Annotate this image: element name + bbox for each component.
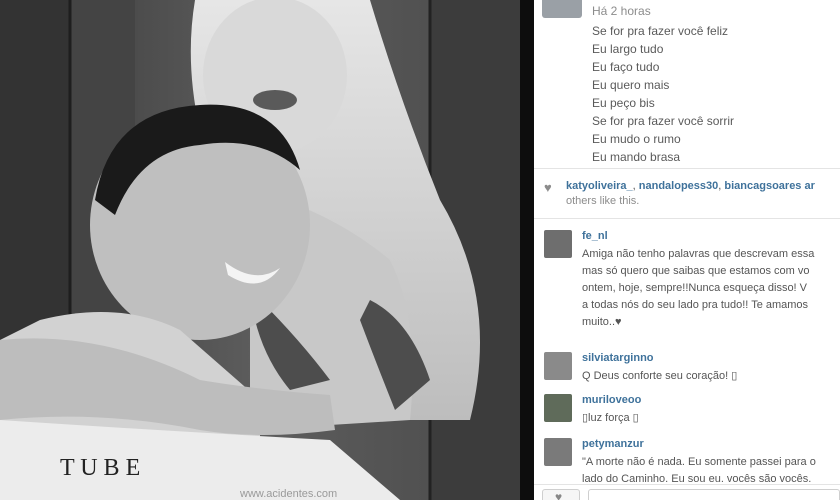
comment-bar: ♥: [534, 484, 840, 500]
post-details-panel: Há 2 horas Se for pra fazer você feliz E…: [534, 0, 840, 500]
commenter-avatar[interactable]: [544, 438, 572, 466]
comment-item: silviatarginno Q Deus conforte seu coraç…: [534, 344, 840, 386]
like-user-link[interactable]: ar: [805, 180, 815, 192]
commenter-avatar[interactable]: [544, 352, 572, 380]
comment-line: "A morte não é nada. Eu somente passei p…: [582, 456, 816, 468]
commenter-username[interactable]: fe_nl: [582, 230, 608, 242]
caption-line: Eu faço tudo: [592, 60, 660, 74]
caption-line: Se for pra fazer você sorrir: [592, 114, 735, 128]
caption-line: Eu peço bis: [592, 96, 655, 110]
divider: [520, 0, 534, 500]
caption-lines: Se for pra fazer você feliz Eu largo tud…: [592, 22, 734, 166]
watermark-text: www.acidentes.com: [239, 488, 337, 500]
likes-section: ♥ katyoliveira_, nandalopess30, biancags…: [534, 170, 840, 219]
heart-icon: ♥: [555, 490, 563, 500]
shirt-text: T U B E: [60, 455, 140, 481]
commenter-username[interactable]: petymanzur: [582, 438, 644, 450]
photo-illustration: T U B E www.acidentes.com: [0, 0, 520, 500]
comment-line: ontem, hoje, sempre!!Nunca esqueça disso…: [582, 282, 808, 294]
commenter-avatar[interactable]: [544, 230, 572, 258]
caption-line: Eu mando brasa: [592, 150, 681, 164]
commenter-username[interactable]: silviatarginno: [582, 352, 654, 364]
heart-icon: ♥: [544, 180, 552, 195]
likes-others-text: others like this.: [566, 195, 640, 207]
post-photo[interactable]: T U B E www.acidentes.com: [0, 0, 520, 500]
author-avatar[interactable]: [542, 0, 582, 18]
comment-text: ▯luz força ▯: [582, 410, 840, 427]
comment-line: muito..♥: [582, 316, 622, 328]
comment-line: a todas nós do seu lado pra tudo!! Te am…: [582, 299, 809, 311]
caption-line: Eu largo tudo: [592, 42, 664, 56]
comment-line: Q Deus conforte seu coração! ▯: [582, 370, 738, 382]
caption-line: Se for pra fazer você feliz: [592, 24, 729, 38]
like-user-link[interactable]: biancagsoares: [724, 180, 801, 192]
comment-text: Amiga não tenho palavras que descrevam e…: [582, 246, 840, 331]
comment-line: ▯luz força ▯: [582, 412, 639, 424]
commenter-avatar[interactable]: [544, 394, 572, 422]
comment-input[interactable]: [588, 489, 840, 500]
comment-item: petymanzur "A morte não é nada. Eu somen…: [534, 430, 840, 485]
caption-line: Eu quero mais: [592, 78, 670, 92]
likes-users: katyoliveira_, nandalopess30, biancagsoa…: [566, 180, 815, 192]
comment-text: Q Deus conforte seu coração! ▯: [582, 368, 840, 385]
comment-line: Amiga não tenho palavras que descrevam e…: [582, 248, 815, 260]
post-caption: Há 2 horas Se for pra fazer você feliz E…: [534, 0, 840, 169]
like-button[interactable]: ♥: [542, 489, 580, 500]
comment-line: mas só quero que saibas que estamos com …: [582, 265, 810, 277]
commenter-username[interactable]: muriloveoo: [582, 394, 641, 406]
caption-line: Eu mudo o rumo: [592, 132, 681, 146]
post-timestamp: Há 2 horas: [592, 4, 651, 18]
comment-text: "A morte não é nada. Eu somente passei p…: [582, 454, 840, 488]
like-user-link[interactable]: nandalopess30: [639, 180, 718, 192]
comment-item: muriloveoo ▯luz força ▯: [534, 386, 840, 428]
like-user-link[interactable]: katyoliveira_: [566, 180, 633, 192]
comment-item: fe_nl Amiga não tenho palavras que descr…: [534, 222, 840, 342]
